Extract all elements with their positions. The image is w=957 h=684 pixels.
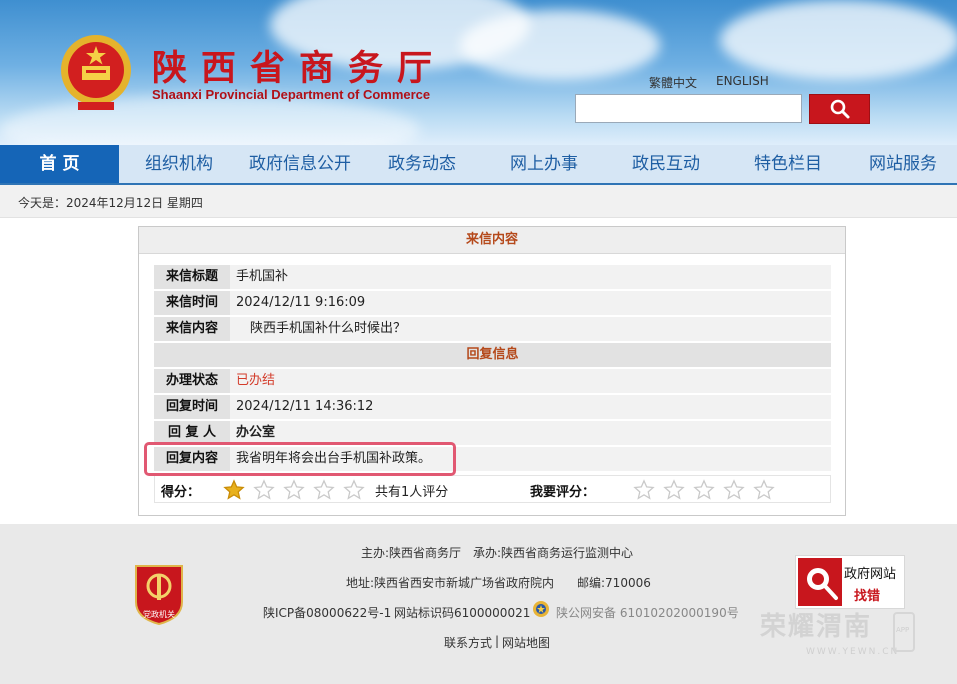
nav-item-gov-info[interactable]: 政府信息公开 bbox=[239, 145, 361, 183]
watermark-logo: 荣耀渭南 bbox=[760, 612, 873, 642]
badge-line2: 找错 bbox=[854, 589, 881, 604]
watermark-app: APP bbox=[896, 626, 910, 634]
status-label: 办理状态 bbox=[154, 369, 230, 393]
reply-time-label: 回复时间 bbox=[154, 395, 230, 419]
nav-item-online-service[interactable]: 网上办事 bbox=[483, 145, 605, 183]
nav-item-organization[interactable]: 组织机构 bbox=[119, 145, 239, 183]
badge-line1: 政府网站 bbox=[844, 567, 897, 582]
footer-site-id: 网站标识码6100000021 bbox=[394, 606, 531, 620]
lang-english-link[interactable]: ENGLISH bbox=[716, 74, 769, 88]
letter-content-row: 来信内容 陕西手机国补什么时候出？ bbox=[154, 317, 831, 341]
search-icon bbox=[830, 99, 849, 119]
raters-count: 共有1人评分 bbox=[375, 485, 449, 500]
footer-postcode: 邮编:710006 bbox=[577, 576, 651, 590]
rate-star-2-icon[interactable] bbox=[663, 479, 685, 501]
nav-item-features[interactable]: 特色栏目 bbox=[727, 145, 849, 183]
reply-time-value: 2024/12/11 14:36:12 bbox=[236, 399, 374, 414]
watermark-url: WWW.YEWN.CN bbox=[806, 647, 900, 657]
letter-content-label: 来信内容 bbox=[154, 317, 230, 341]
party-badge-text: 党政机关 bbox=[143, 609, 175, 619]
magnifier-icon bbox=[798, 558, 842, 606]
party-gov-badge-icon: 党政机关 bbox=[135, 565, 183, 626]
footer-icp[interactable]: 陕ICP备08000622号-1 bbox=[263, 604, 391, 621]
status-value: 已办结 bbox=[236, 373, 276, 388]
footer-contact-link[interactable]: 联系方式 bbox=[444, 634, 492, 651]
rate-star-5-icon[interactable] bbox=[753, 479, 775, 501]
national-emblem-icon bbox=[61, 35, 131, 110]
gov-error-report-badge[interactable]: 政府网站 找错 bbox=[795, 555, 905, 609]
footer-separator: | bbox=[495, 634, 500, 648]
lang-traditional-link[interactable]: 繁體中文 bbox=[649, 74, 697, 91]
reply-section-header: 回复信息 bbox=[154, 343, 831, 367]
score-row: 得分： 共有1人评分 我要评分： bbox=[154, 475, 831, 503]
status-row: 办理状态 已办结 bbox=[154, 369, 831, 393]
star-empty-icon bbox=[283, 479, 305, 501]
police-badge-icon bbox=[533, 601, 549, 617]
nav-item-home[interactable]: 首 页 bbox=[0, 145, 119, 183]
search-button[interactable] bbox=[809, 94, 870, 124]
star-filled-icon bbox=[223, 479, 245, 501]
rate-star-1-icon[interactable] bbox=[633, 479, 655, 501]
rate-star-3-icon[interactable] bbox=[693, 479, 715, 501]
footer-sponsor: 主办:陕西省商务厅 bbox=[361, 546, 462, 560]
cloud-decoration bbox=[460, 10, 660, 80]
star-empty-icon bbox=[313, 479, 335, 501]
letter-time-label: 来信时间 bbox=[154, 291, 230, 315]
letter-title-value: 手机国补 bbox=[236, 269, 289, 284]
rate-star-4-icon[interactable] bbox=[723, 479, 745, 501]
nav-item-site-service[interactable]: 网站服务 bbox=[849, 145, 957, 183]
current-date: 今天是：2024年12月12日 星期四 bbox=[18, 196, 203, 210]
star-empty-icon bbox=[253, 479, 275, 501]
footer-police[interactable]: 陕公网安备 61010202000190号 bbox=[556, 604, 739, 621]
reply-time-row: 回复时间 2024/12/11 14:36:12 bbox=[154, 395, 831, 419]
letter-title-label: 来信标题 bbox=[154, 265, 230, 289]
app-phone-icon: APP bbox=[893, 612, 915, 652]
letter-time-row: 来信时间 2024/12/11 9:16:09 bbox=[154, 291, 831, 315]
reply-highlight-box bbox=[144, 442, 456, 476]
site-header: 陕西省商务厅 Shaanxi Provincial Department of … bbox=[0, 0, 957, 145]
footer-organizer: 承办:陕西省商务运行监测中心 bbox=[473, 546, 634, 560]
nav-item-interaction[interactable]: 政民互动 bbox=[605, 145, 727, 183]
cloud-decoration bbox=[720, 0, 957, 80]
letter-title-row: 来信标题 手机国补 bbox=[154, 265, 831, 289]
footer-address: 地址:陕西省西安市新城广场省政府院内 bbox=[346, 576, 555, 590]
star-empty-icon bbox=[343, 479, 365, 501]
search-input[interactable] bbox=[575, 94, 802, 123]
main-nav: 首 页 组织机构 政府信息公开 政务动态 网上办事 政民互动 特色栏目 网站服务 bbox=[0, 145, 957, 185]
site-title: 陕西省商务厅 bbox=[152, 48, 447, 89]
site-subtitle: Shaanxi Provincial Department of Commerc… bbox=[152, 87, 431, 102]
letter-content-value: 陕西手机国补什么时候出？ bbox=[250, 321, 407, 336]
nav-item-news[interactable]: 政务动态 bbox=[361, 145, 483, 183]
my-rating-label: 我要评分： bbox=[530, 485, 596, 500]
date-bar: 今天是：2024年12月12日 星期四 bbox=[0, 185, 957, 218]
panel-title: 来信内容 bbox=[139, 227, 845, 254]
footer-sitemap-link[interactable]: 网站地图 bbox=[502, 634, 550, 651]
score-label: 得分： bbox=[161, 485, 201, 500]
letter-time-value: 2024/12/11 9:16:09 bbox=[236, 295, 366, 310]
